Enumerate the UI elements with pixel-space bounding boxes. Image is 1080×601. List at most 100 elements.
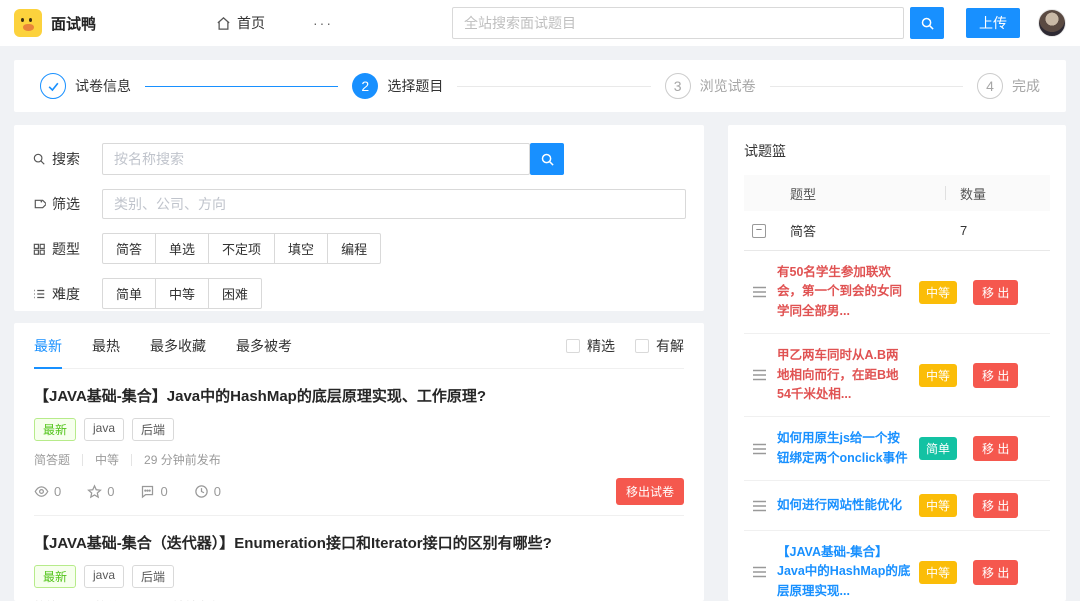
- difficulty-easy-button[interactable]: 简单: [102, 278, 157, 309]
- question-list-panel: 最新 最热 最多收藏 最多被考 精选 有解 【JAVA基础-集合】Java中的H…: [14, 323, 704, 601]
- drag-handle-icon[interactable]: [752, 369, 767, 381]
- step-connector: [145, 85, 339, 87]
- home-icon: [217, 16, 230, 30]
- step-paper-info: 试卷信息: [40, 73, 131, 99]
- featured-checkbox[interactable]: 精选: [566, 336, 615, 356]
- question-type-group: 简答 单选 不定项 填空 编程: [102, 233, 382, 264]
- name-search-button[interactable]: [530, 143, 564, 175]
- tab-newest[interactable]: 最新: [34, 323, 62, 369]
- step-number: 4: [976, 73, 1003, 99]
- step-select-questions: 2 选择题目: [352, 73, 443, 99]
- remove-button[interactable]: 移 出: [973, 559, 1019, 585]
- step-label: 选择题目: [387, 78, 444, 94]
- step-label: 试卷信息: [75, 78, 131, 94]
- basket-item: 如何用原生js给一个按钮绑定两个onclick事件 简单 移 出: [744, 417, 1050, 481]
- basket-item: 甲乙两车同时从A.B两地相向而行，在距B地54千米处相... 中等 移 出: [744, 334, 1050, 418]
- top-header: 面试鸭 首页 ··· 上传: [0, 0, 1080, 46]
- difficulty-badge: 中等: [919, 494, 958, 517]
- tag-java[interactable]: java: [84, 418, 125, 441]
- difficulty-badge: 中等: [919, 560, 958, 584]
- tag-backend[interactable]: 后端: [132, 565, 175, 588]
- nav-home-label: 首页: [237, 15, 266, 31]
- column-count: 数量: [960, 186, 987, 202]
- has-answer-checkbox[interactable]: 有解: [635, 336, 684, 356]
- drag-handle-icon[interactable]: [752, 443, 767, 455]
- remove-from-paper-button[interactable]: 移出试卷: [615, 478, 684, 505]
- column-type: 题型: [790, 186, 817, 202]
- search-icon: [541, 153, 554, 166]
- step-check-icon: [40, 73, 66, 99]
- user-avatar[interactable]: [1038, 9, 1066, 37]
- group-type: 简答: [790, 224, 817, 239]
- filter-row-label: 筛选: [32, 194, 102, 214]
- step-connector: [457, 85, 651, 87]
- question-item: 【JAVA基础-集合】Java中的HashMap的底层原理实现、工作原理? 最新…: [34, 369, 684, 516]
- difficulty-badge: 中等: [919, 280, 958, 304]
- clock-icon: [194, 485, 208, 498]
- question-title[interactable]: 【JAVA基础-集合】Java中的HashMap的底层原理实现、工作原理?: [34, 385, 684, 406]
- tab-most-tested[interactable]: 最多被考: [236, 323, 292, 369]
- difficulty-badge: 中等: [919, 363, 958, 387]
- remove-button[interactable]: 移 出: [973, 493, 1019, 518]
- difficulty-row-label: 难度: [32, 284, 102, 304]
- tag-new[interactable]: 最新: [34, 418, 77, 441]
- sort-tabs: 最新 最热 最多收藏 最多被考 精选 有解: [34, 323, 684, 369]
- type-short-answer-button[interactable]: 简答: [102, 233, 157, 264]
- basket-item-title[interactable]: 【JAVA基础-集合】Java中的HashMap的底层原理实现...: [777, 543, 911, 601]
- basket-item-title[interactable]: 有50名学生参加联欢会，第一个到会的女同学同全部男...: [777, 263, 911, 321]
- star-icon: [87, 484, 103, 499]
- type-fill-blank-button[interactable]: 填空: [274, 233, 329, 264]
- search-row-label: 搜索: [32, 149, 102, 169]
- question-title[interactable]: 【JAVA基础-集合（迭代器）】Enumeration接口和Iterator接口…: [34, 532, 684, 553]
- upload-button[interactable]: 上传: [966, 8, 1020, 38]
- global-search-input[interactable]: [452, 7, 904, 39]
- brand-name: 面试鸭: [51, 15, 97, 33]
- star-count[interactable]: 0: [87, 484, 114, 499]
- step-label: 浏览试卷: [699, 78, 756, 94]
- remove-button[interactable]: 移 出: [973, 279, 1019, 305]
- duck-logo-icon[interactable]: [14, 9, 42, 37]
- basket-item: 有50名学生参加联欢会，第一个到会的女同学同全部男... 中等 移 出: [744, 251, 1050, 335]
- nav-home[interactable]: 首页: [216, 13, 265, 33]
- category-filter-input[interactable]: [102, 189, 686, 219]
- difficulty-hard-button[interactable]: 困难: [208, 278, 263, 309]
- tab-hottest[interactable]: 最热: [92, 323, 120, 369]
- steps-bar: 试卷信息 2 选择题目 3 浏览试卷 4 完成: [14, 60, 1066, 112]
- tag-backend[interactable]: 后端: [132, 418, 175, 441]
- filter-panel: 搜索 筛选 题型 简答: [14, 125, 704, 311]
- eye-icon: [34, 486, 49, 497]
- name-search-input[interactable]: [102, 143, 530, 175]
- drag-handle-icon[interactable]: [752, 500, 767, 512]
- tag-icon: [34, 199, 46, 209]
- group-count: 7: [960, 223, 968, 238]
- step-done: 4 完成: [976, 73, 1040, 99]
- type-row-label: 题型: [32, 239, 102, 259]
- search-icon: [921, 17, 934, 30]
- remove-button[interactable]: 移 出: [973, 362, 1019, 388]
- basket-item-title[interactable]: 如何用原生js给一个按钮绑定两个onclick事件: [777, 429, 911, 468]
- drag-handle-icon[interactable]: [752, 286, 767, 298]
- remove-button[interactable]: 移 出: [973, 436, 1019, 462]
- basket-item-title[interactable]: 如何进行网站性能优化: [777, 496, 911, 515]
- tag-new[interactable]: 最新: [34, 565, 77, 588]
- question-item: 【JAVA基础-集合（迭代器）】Enumeration接口和Iterator接口…: [34, 516, 684, 601]
- basket-item: 如何进行网站性能优化 中等 移 出: [744, 481, 1050, 531]
- type-coding-button[interactable]: 编程: [327, 233, 382, 264]
- difficulty-medium-button[interactable]: 中等: [155, 278, 210, 309]
- global-search-button[interactable]: [910, 7, 944, 39]
- step-number: 3: [664, 73, 691, 99]
- type-single-choice-button[interactable]: 单选: [155, 233, 210, 264]
- drag-handle-icon[interactable]: [752, 566, 767, 578]
- type-multi-choice-button[interactable]: 不定项: [208, 233, 276, 264]
- tag-java[interactable]: java: [84, 565, 125, 588]
- basket-item: 【JAVA基础-集合】Java中的HashMap的底层原理实现... 中等 移 …: [744, 531, 1050, 601]
- difficulty-badge: 简单: [919, 437, 958, 461]
- question-basket-panel: 试题篮 题型 数量 − 简答 7 有50名学生参加联欢会，第一个到会的女同学同全…: [728, 125, 1066, 601]
- step-connector: [769, 85, 963, 87]
- collapse-icon[interactable]: −: [752, 223, 766, 238]
- difficulty-group: 简单 中等 困难: [102, 278, 263, 309]
- basket-item-title[interactable]: 甲乙两车同时从A.B两地相向而行，在距B地54千米处相...: [777, 346, 911, 404]
- nav-more-menu[interactable]: ···: [313, 15, 333, 31]
- comment-count[interactable]: 0: [140, 484, 168, 499]
- tab-most-collected[interactable]: 最多收藏: [150, 323, 206, 369]
